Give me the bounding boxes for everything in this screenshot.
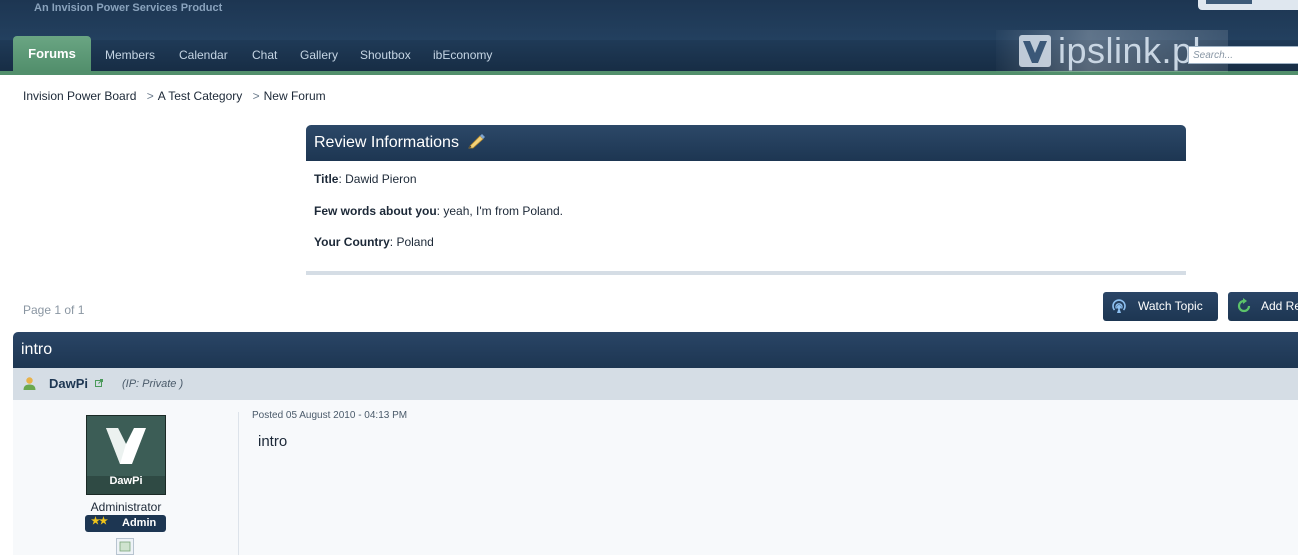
field-value: : Dawid Pieron [338,172,417,186]
image-icon [119,541,131,552]
breadcrumb-separator: > [146,89,154,103]
field-label: Few words about you [314,204,437,218]
external-link-icon[interactable] [95,379,103,387]
add-reply-button[interactable]: Add Re [1228,292,1298,321]
tab-chat[interactable]: Chat [252,40,277,71]
review-field-about: Few words about you: yeah, I'm from Pola… [314,204,563,218]
avatar-name: DawPi [109,475,143,487]
pencil-icon [468,134,486,149]
avatar-logo-icon [87,416,165,476]
tab-ibeconomy[interactable]: ibEconomy [433,40,492,71]
add-reply-label: Add Re [1261,299,1298,313]
breadcrumb: Invision Power Board > A Test Category > N… [23,89,326,103]
review-title: Review Informations [314,134,459,151]
watch-topic-label: Watch Topic [1138,299,1203,313]
post-author-name[interactable]: DawPi [49,376,88,391]
logo-icon [1019,35,1051,67]
breadcrumb-forum[interactable]: New Forum [264,89,326,103]
tab-members[interactable]: Members [105,40,155,71]
review-field-country: Your Country: Poland [314,235,434,249]
tab-calendar[interactable]: Calendar [179,40,228,71]
topic-title: intro [13,332,1298,368]
field-label: Title [314,172,339,186]
breadcrumb-separator: > [252,89,260,103]
breadcrumb-home[interactable]: Invision Power Board [23,89,136,103]
tab-gallery[interactable]: Gallery [300,40,338,71]
logo-text: ipslink.pl [1058,30,1202,71]
tab-forums[interactable]: Forums [13,36,91,71]
post-author-ip: (IP: Private ) [122,378,184,390]
review-bottom-border [306,271,1186,275]
post-body-area [13,400,1298,555]
broadcast-icon [1112,299,1126,313]
field-value: : Poland [389,235,434,249]
member-group: Administrator [90,500,162,514]
review-panel: Review Informations Title: Dawid Pieron … [306,125,1186,276]
user-icon [23,377,36,390]
field-value: : yeah, I'm from Poland. [436,204,564,218]
breadcrumb-category[interactable]: A Test Category [158,89,243,103]
reply-icon [1237,298,1251,313]
post-author-bar: DawPi (IP: Private ) [13,368,1298,400]
post-divider [238,412,239,555]
rank-badge: ★★ Admin [85,515,166,532]
field-label: Your Country [314,235,390,249]
tab-shoutbox[interactable]: Shoutbox [360,40,411,71]
rank-stars-icon: ★★ [91,516,108,527]
watch-topic-button[interactable]: Watch Topic [1103,292,1218,321]
review-header: Review Informations [306,125,1186,161]
user-panel[interactable] [1198,0,1298,10]
broken-image-icon [116,538,134,555]
avatar[interactable]: DawPi [86,415,166,495]
header-tagline: An Invision Power Services Product [34,2,223,14]
post-date: Posted 05 August 2010 - 04:13 PM [252,410,408,421]
pagination-info: Page 1 of 1 [23,303,85,317]
user-avatar-thumb[interactable] [1206,0,1252,4]
post-content: intro [258,433,288,450]
search-input[interactable] [1188,46,1298,64]
rank-label: Admin [122,517,157,529]
review-field-title: Title: Dawid Pieron [314,172,417,186]
